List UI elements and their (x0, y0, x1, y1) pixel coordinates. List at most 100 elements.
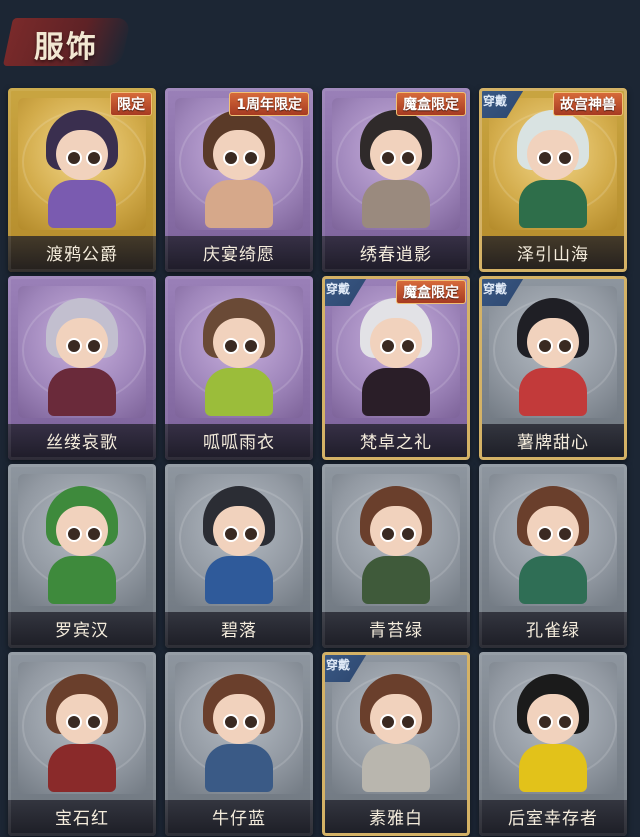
character-eye (223, 338, 239, 354)
character-eye (537, 526, 553, 542)
costume-name: 渡鸦公爵 (46, 245, 118, 265)
character-outfit (362, 180, 430, 228)
character-portrait (42, 486, 122, 604)
costume-card[interactable]: 孔雀绿 (479, 464, 627, 648)
character-portrait (199, 110, 279, 228)
character-portrait (356, 110, 436, 228)
character-eye (537, 338, 553, 354)
character-eye (223, 714, 239, 730)
character-portrait (42, 298, 122, 416)
character-outfit (48, 368, 116, 416)
costume-card[interactable]: 罗宾汉 (8, 464, 156, 648)
character-eye (223, 526, 239, 542)
costume-card[interactable]: 魔盒限定绣春逍影 (322, 88, 470, 272)
character-eye (400, 526, 416, 542)
limited-tag: 1周年限定 (229, 92, 309, 116)
costume-card[interactable]: 穿戴素雅白 (322, 652, 470, 836)
section-title: 服饰 (34, 30, 98, 65)
character-outfit (519, 368, 587, 416)
worn-badge-label: 穿戴 (483, 94, 508, 108)
character-eye (537, 714, 553, 730)
character-portrait (199, 298, 279, 416)
limited-tag: 限定 (110, 92, 152, 116)
worn-badge-label: 穿戴 (326, 658, 351, 672)
section-header: 服饰 (2, 8, 132, 74)
costume-name: 罗宾汉 (55, 621, 109, 641)
costume-name: 青苔绿 (369, 621, 423, 641)
character-eye (400, 150, 416, 166)
character-portrait (513, 298, 593, 416)
costume-card[interactable]: 呱呱雨衣 (165, 276, 313, 460)
character-eye (400, 714, 416, 730)
costume-card[interactable]: 宝石红 (8, 652, 156, 836)
costume-card[interactable]: 碧落 (165, 464, 313, 648)
costume-name: 梵卓之礼 (360, 433, 432, 453)
character-outfit (519, 744, 587, 792)
costume-name: 宝石红 (55, 809, 109, 829)
character-eye (557, 714, 573, 730)
limited-tag: 魔盒限定 (396, 280, 466, 304)
character-eye (380, 526, 396, 542)
costume-card[interactable]: 穿戴薯牌甜心 (479, 276, 627, 460)
character-eye (537, 150, 553, 166)
limited-tag: 故宫神兽 (553, 92, 623, 116)
costume-name: 薯牌甜心 (517, 433, 589, 453)
character-portrait (356, 674, 436, 792)
costume-card[interactable]: 魔盒限定 穿戴梵卓之礼 (322, 276, 470, 460)
character-outfit (362, 556, 430, 604)
costume-card[interactable]: 青苔绿 (322, 464, 470, 648)
character-eye (243, 338, 259, 354)
costume-card[interactable]: 牛仔蓝 (165, 652, 313, 836)
character-outfit (205, 368, 273, 416)
character-eye (557, 526, 573, 542)
character-outfit (205, 744, 273, 792)
character-portrait (513, 110, 593, 228)
character-eye (86, 150, 102, 166)
character-portrait (513, 486, 593, 604)
character-outfit (519, 556, 587, 604)
costume-name: 泽引山海 (517, 245, 589, 265)
costume-name: 呱呱雨衣 (203, 433, 275, 453)
character-outfit (205, 180, 273, 228)
costume-name: 孔雀绿 (526, 621, 580, 641)
character-outfit (48, 744, 116, 792)
character-eye (86, 714, 102, 730)
character-portrait (199, 674, 279, 792)
costume-name: 后室幸存者 (508, 809, 598, 829)
costume-card[interactable]: 1周年限定 庆宴绮愿 (165, 88, 313, 272)
character-eye (86, 526, 102, 542)
character-eye (243, 150, 259, 166)
costume-grid: 限定 渡鸦公爵 1周年限定 庆宴绮愿 魔盒限定 绣春逍影 故宫神兽 穿戴 泽引山海 丝缕哀歌 呱呱雨… (0, 84, 640, 837)
character-eye (86, 338, 102, 354)
character-outfit (362, 368, 430, 416)
character-eye (557, 338, 573, 354)
worn-badge-label: 穿戴 (326, 282, 351, 296)
character-portrait (356, 298, 436, 416)
character-portrait (42, 110, 122, 228)
character-eye (66, 150, 82, 166)
costume-card[interactable]: 限定渡鸦公爵 (8, 88, 156, 272)
character-eye (66, 526, 82, 542)
character-outfit (48, 556, 116, 604)
character-eye (557, 150, 573, 166)
limited-tag: 魔盒限定 (396, 92, 466, 116)
costume-name: 丝缕哀歌 (46, 433, 118, 453)
costume-name: 碧落 (221, 621, 257, 641)
worn-badge-label: 穿戴 (483, 282, 508, 296)
character-outfit (205, 556, 273, 604)
character-portrait (356, 486, 436, 604)
costume-card[interactable]: 故宫神兽 穿戴泽引山海 (479, 88, 627, 272)
character-portrait (513, 674, 593, 792)
character-outfit (519, 180, 587, 228)
costume-card[interactable]: 后室幸存者 (479, 652, 627, 836)
costume-name: 绣春逍影 (360, 245, 432, 265)
costume-card[interactable]: 丝缕哀歌 (8, 276, 156, 460)
costume-name: 素雅白 (369, 809, 423, 829)
character-portrait (199, 486, 279, 604)
character-eye (380, 338, 396, 354)
character-eye (380, 714, 396, 730)
character-eye (66, 338, 82, 354)
character-eye (243, 714, 259, 730)
character-outfit (48, 180, 116, 228)
character-eye (400, 338, 416, 354)
